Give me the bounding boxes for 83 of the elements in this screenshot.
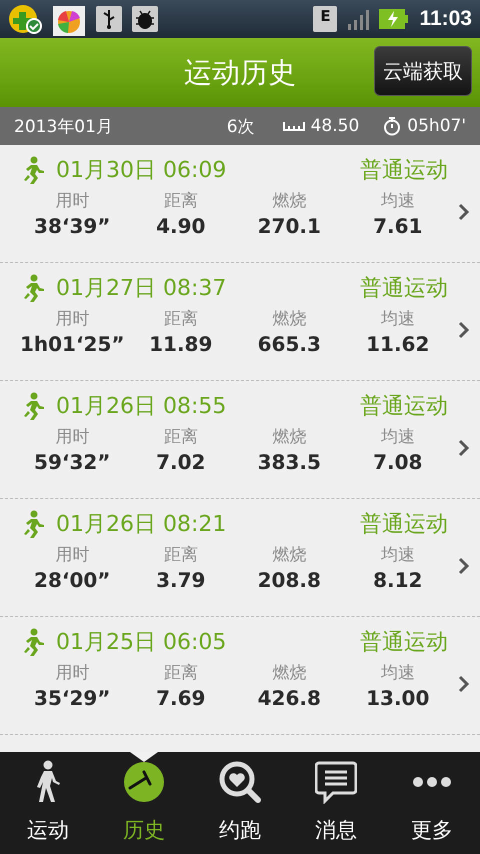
record-type: 普通运动 (360, 629, 448, 657)
stat-label: 燃烧 (272, 190, 306, 212)
stat-label: 用时 (55, 544, 90, 566)
stat-value: 3.79 (156, 568, 206, 592)
stat-label: 均速 (380, 662, 415, 684)
record-datetime: 01月27日 08:37 (56, 275, 228, 303)
stat-value: 7.02 (156, 450, 206, 474)
stat-label: 距离 (164, 426, 198, 448)
workout-record[interactable]: 01月27日 08:37 普通运动 用时 1h01‘25” 距离 11.89 燃烧 665.3 均速 11.62 (0, 263, 480, 381)
chevron-right-icon (458, 674, 470, 692)
stat-label: 均速 (380, 190, 415, 212)
message-icon (315, 760, 357, 804)
record-datetime: 01月26日 08:21 (56, 511, 228, 539)
tab[interactable]: 更多 (384, 752, 480, 854)
chevron-right-icon (458, 556, 470, 574)
stat-value: 28‘00” (34, 568, 110, 592)
stat-label: 用时 (55, 308, 90, 330)
stat-value: 383.5 (258, 450, 321, 474)
record-datetime: 01月26日 08:55 (56, 393, 228, 421)
tab[interactable]: 运动 (0, 752, 96, 854)
stopwatch-icon (383, 116, 402, 136)
stat-value: 7.08 (373, 450, 422, 474)
stat-value: 1h01‘25” (20, 332, 125, 356)
bug-icon (132, 6, 158, 32)
stat-label: 距离 (164, 308, 198, 330)
stat-value: 7.61 (373, 214, 422, 238)
stat-label: 用时 (55, 426, 90, 448)
stat-label: 用时 (55, 190, 90, 212)
stat-label: 均速 (380, 426, 415, 448)
app-icon (8, 4, 42, 34)
network-type-indicator: E (313, 6, 338, 32)
stat-label: 距离 (164, 190, 198, 212)
signal-icon (347, 8, 370, 30)
workout-record[interactable]: 01月25日 06:05 普通运动 用时 35‘29” 距离 7.69 燃烧 426.8 均速 13.00 (0, 617, 480, 735)
tab[interactable]: 约跑 (192, 752, 288, 854)
month-label: 2013年01月 (14, 116, 114, 138)
cloud-fetch-button[interactable]: 云端获取 (374, 46, 472, 96)
stat-value: 8.12 (373, 568, 422, 592)
stat-value: 59‘32” (34, 450, 110, 474)
workout-record[interactable]: 01月30日 06:09 普通运动 用时 38‘39” 距离 4.90 燃烧 270.1 均速 7.61 (0, 145, 480, 263)
stat-value: 665.3 (258, 332, 321, 356)
stat-label: 距离 (164, 662, 198, 684)
record-type: 普通运动 (360, 393, 448, 421)
stat-value: 11.89 (149, 332, 212, 356)
stat-value: 4.90 (156, 214, 206, 238)
stat-value: 38‘39” (34, 214, 110, 238)
more-icon (412, 777, 452, 787)
stat-value: 13.00 (366, 686, 430, 710)
stat-label: 均速 (380, 544, 415, 566)
total-duration: 05h07' (407, 116, 466, 136)
stat-value: 208.8 (258, 568, 321, 592)
record-datetime: 01月25日 06:05 (56, 629, 228, 657)
stat-label: 燃烧 (272, 308, 306, 330)
session-count: 6次 (226, 116, 255, 138)
stat-label: 燃烧 (272, 426, 306, 448)
stat-label: 用时 (55, 662, 90, 684)
ruler-icon (282, 121, 305, 131)
tab[interactable]: 历史 (96, 752, 192, 854)
stat-label: 距离 (164, 544, 198, 566)
stat-label: 燃烧 (272, 544, 306, 566)
record-type: 普通运动 (360, 511, 448, 539)
record-type: 普通运动 (360, 275, 448, 303)
chevron-right-icon (458, 320, 470, 338)
record-datetime: 01月30日 06:09 (56, 157, 228, 185)
workout-record[interactable]: 01月26日 08:55 普通运动 用时 59‘32” 距离 7.02 燃烧 383.5 均速 7.08 (0, 381, 480, 499)
stat-label: 燃烧 (272, 662, 306, 684)
chevron-right-icon (458, 202, 470, 220)
workout-record[interactable]: 01月26日 08:21 普通运动 用时 28‘00” 距离 3.79 燃烧 208.8 均速 8.12 (0, 499, 480, 617)
record-type: 普通运动 (360, 157, 448, 185)
usb-icon (96, 6, 122, 32)
stat-value: 11.62 (366, 332, 430, 356)
stat-value: 270.1 (258, 214, 321, 238)
clock-time: 11:03 (419, 7, 472, 31)
stat-value: 7.69 (156, 686, 206, 710)
page-title: 运动历史 (184, 54, 296, 90)
heart-search-icon (218, 760, 262, 804)
tab[interactable]: 消息 (288, 752, 384, 854)
stat-label: 均速 (380, 308, 415, 330)
total-distance: 48.50 (310, 116, 360, 136)
chevron-right-icon (458, 438, 470, 456)
stat-value: 35‘29” (34, 686, 110, 710)
stat-value: 426.8 (258, 686, 321, 710)
battery-charging-icon (379, 9, 410, 29)
